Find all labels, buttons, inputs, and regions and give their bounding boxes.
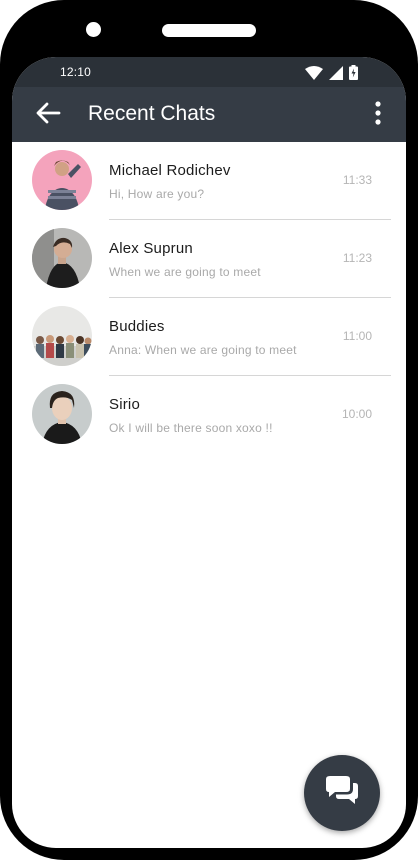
status-icons (305, 65, 358, 80)
chat-name: Buddies (109, 318, 165, 335)
front-camera (86, 22, 101, 37)
status-time: 12:10 (60, 65, 92, 79)
signal-icon (329, 65, 343, 80)
chat-last-message: When we are going to meet (109, 265, 261, 279)
screen: 12:10 Recent Chats Michael Rodichev Hi, … (12, 57, 406, 848)
page-title: Recent Chats (88, 102, 216, 125)
avatar (32, 150, 92, 210)
back-button[interactable] (32, 99, 64, 131)
chat-item-michael-rodichev[interactable]: Michael Rodichev Hi, How are you? 11:33 (12, 142, 406, 220)
earpiece-speaker (162, 24, 256, 37)
chat-last-message: Ok I will be there soon xoxo !! (109, 421, 273, 435)
chat-item-sirio[interactable]: Sirio Ok I will be there soon xoxo !! 10… (12, 376, 406, 454)
more-options-button[interactable] (366, 99, 390, 131)
wifi-icon (305, 65, 323, 80)
chat-name: Michael Rodichev (109, 162, 231, 179)
chat-bubbles-icon (323, 775, 361, 812)
app-bar: Recent Chats (12, 87, 406, 142)
avatar (32, 306, 92, 366)
chat-item-buddies[interactable]: Buddies Anna: When we are going to meet … (12, 298, 406, 376)
chat-item-alex-suprun[interactable]: Alex Suprun When we are going to meet 11… (12, 220, 406, 298)
arrow-left-icon (35, 102, 61, 129)
avatar (32, 384, 92, 444)
chat-name: Alex Suprun (109, 240, 193, 257)
avatar (32, 228, 92, 288)
phone-frame: 12:10 Recent Chats Michael Rodichev Hi, … (0, 0, 418, 860)
chat-list: Michael Rodichev Hi, How are you? 11:33 (12, 142, 406, 454)
chat-last-message: Anna: When we are going to meet (109, 343, 297, 357)
chat-time: 11:33 (342, 173, 372, 187)
chat-time: 11:23 (342, 251, 372, 265)
more-vertical-icon (375, 100, 381, 130)
chat-name: Sirio (109, 396, 141, 413)
new-chat-button[interactable] (304, 755, 380, 831)
battery-charging-icon (349, 65, 358, 80)
chat-time: 11:00 (342, 329, 372, 343)
chat-last-message: Hi, How are you? (109, 187, 205, 201)
chat-time: 10:00 (341, 407, 372, 421)
status-bar: 12:10 (12, 57, 406, 87)
